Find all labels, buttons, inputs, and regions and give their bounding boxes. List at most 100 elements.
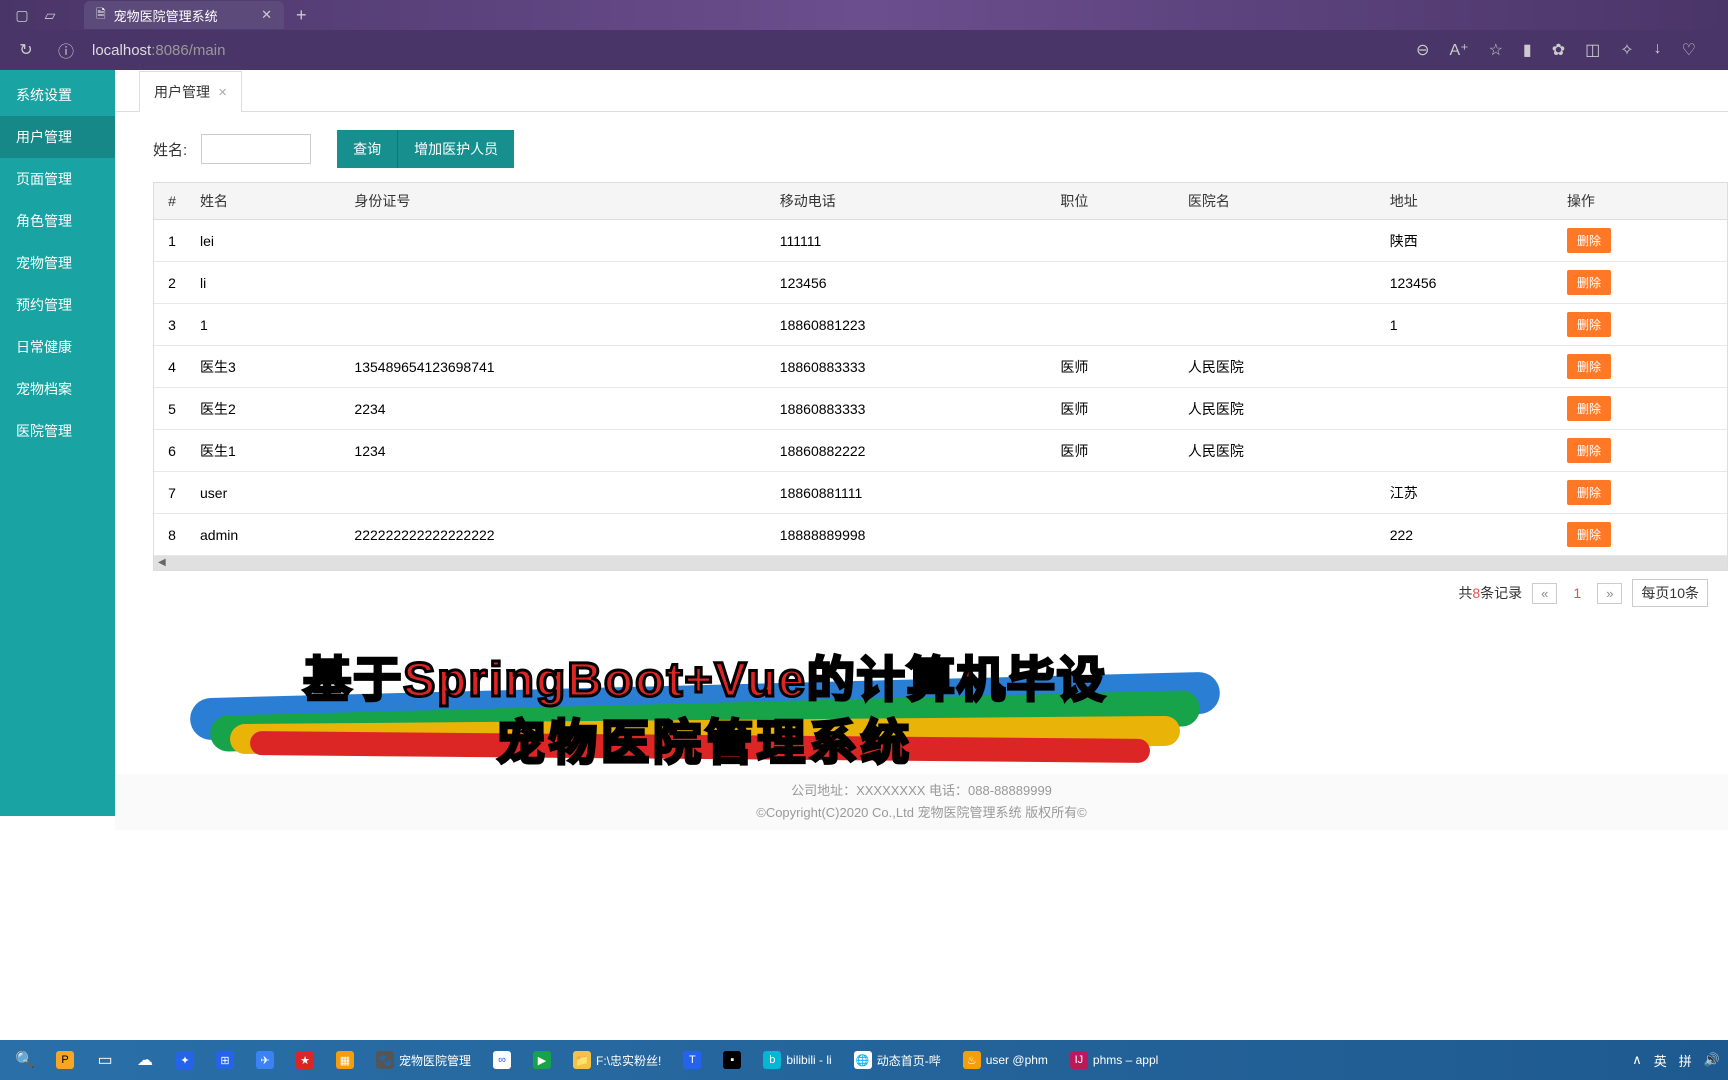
page-tab-users[interactable]: 用户管理 ✕ xyxy=(139,71,242,112)
table-row: 31188608812231删除 xyxy=(154,304,1727,346)
th-name: 姓名 xyxy=(190,183,344,220)
sidebar-item-roles[interactable]: 角色管理 xyxy=(0,200,115,242)
taskbar-app[interactable]: 🌐动态首页-哔 xyxy=(846,1043,949,1077)
sidebar-item-pages[interactable]: 页面管理 xyxy=(0,158,115,200)
page-current: 1 xyxy=(1567,585,1587,601)
cell-address: 陕西 xyxy=(1380,220,1557,262)
reload-icon[interactable]: ↻ xyxy=(12,40,40,60)
tabs-overview-icon[interactable]: ▢ xyxy=(8,1,36,29)
name-input[interactable] xyxy=(201,134,311,164)
sidebar-item-health[interactable]: 日常健康 xyxy=(0,326,115,368)
favorite-icon[interactable]: ☆ xyxy=(1489,40,1503,60)
system-tray: ∧ 英 拼 🔊 xyxy=(1632,1051,1720,1070)
extensions-icon[interactable]: ✿ xyxy=(1552,40,1565,60)
cell-actions: 删除 xyxy=(1557,304,1727,346)
delete-button[interactable]: 删除 xyxy=(1567,354,1611,379)
th-address: 地址 xyxy=(1380,183,1557,220)
page-next-button[interactable]: » xyxy=(1597,583,1622,604)
downloads-icon[interactable]: ↓ xyxy=(1654,40,1662,60)
page-prev-button[interactable]: « xyxy=(1532,583,1557,604)
browser-tab-strip: ▢ ▱ 🗎 宠物医院管理系统 ✕ + xyxy=(0,0,1728,30)
terminal-icon[interactable]: ▪ xyxy=(715,1043,749,1077)
cell-hospital: 人民医院 xyxy=(1178,430,1380,472)
cell-hospital xyxy=(1178,514,1380,556)
favorites-bar-icon[interactable]: ✧ xyxy=(1620,40,1633,60)
delete-button[interactable]: 删除 xyxy=(1567,438,1611,463)
collections-icon[interactable]: ▮ xyxy=(1523,40,1532,60)
scroll-left-icon[interactable]: ◀ xyxy=(158,557,166,568)
delete-button[interactable]: 删除 xyxy=(1567,480,1611,505)
cell-hospital xyxy=(1178,262,1380,304)
ime-mode[interactable]: 拼 xyxy=(1679,1051,1692,1070)
firefox-icon[interactable]: ✦ xyxy=(168,1043,202,1077)
volume-icon[interactable]: 🔊 xyxy=(1704,1052,1720,1068)
delete-button[interactable]: 删除 xyxy=(1567,270,1611,295)
tencent-icon[interactable]: T xyxy=(675,1043,709,1077)
horizontal-scrollbar[interactable]: ◀ xyxy=(154,556,1727,570)
search-button[interactable]: 查询 xyxy=(337,130,397,168)
cell-phone: 18888889998 xyxy=(770,514,1051,556)
sidebar-item-hospitals[interactable]: 医院管理 xyxy=(0,410,115,452)
site-info-icon[interactable]: ⓘ xyxy=(52,38,80,62)
tray-expand-icon[interactable]: ∧ xyxy=(1632,1052,1642,1068)
cell-address xyxy=(1380,346,1557,388)
cell-idcard xyxy=(344,304,769,346)
sidebar-item-pets[interactable]: 宠物管理 xyxy=(0,242,115,284)
url-host: localhost xyxy=(92,42,151,59)
window-icon[interactable]: ▱ xyxy=(36,1,64,29)
cell-phone: 18860883333 xyxy=(770,388,1051,430)
cell-address: 123456 xyxy=(1380,262,1557,304)
ime-lang[interactable]: 英 xyxy=(1654,1051,1667,1070)
play-icon[interactable]: ▶ xyxy=(525,1043,559,1077)
delete-button[interactable]: 删除 xyxy=(1567,396,1611,421)
cell-index: 3 xyxy=(154,304,190,346)
cell-name: lei xyxy=(190,220,344,262)
cell-index: 5 xyxy=(154,388,190,430)
table-row: 5医生2223418860883333医师人民医院删除 xyxy=(154,388,1727,430)
add-staff-button[interactable]: 增加医护人员 xyxy=(397,130,514,168)
sidebar-item-archives[interactable]: 宠物档案 xyxy=(0,368,115,410)
read-aloud-icon[interactable]: A⁺ xyxy=(1449,40,1468,60)
delete-button[interactable]: 删除 xyxy=(1567,228,1611,253)
cell-phone: 18860881111 xyxy=(770,472,1051,514)
table-row: 8admin22222222222222222218888889998222删除 xyxy=(154,514,1727,556)
cell-idcard xyxy=(344,220,769,262)
th-hospital: 医院名 xyxy=(1178,183,1380,220)
taskbar-app[interactable]: 🐾宠物医院管理 xyxy=(368,1043,479,1077)
per-page-select[interactable]: 每页10条 xyxy=(1632,579,1708,607)
browser-tab[interactable]: 🗎 宠物医院管理系统 ✕ xyxy=(84,1,284,29)
delete-button[interactable]: 删除 xyxy=(1567,312,1611,337)
store-icon[interactable]: ⊞ xyxy=(208,1043,242,1077)
cell-actions: 删除 xyxy=(1557,514,1727,556)
split-icon[interactable]: ◫ xyxy=(1585,40,1600,60)
table-row: 7user18860881111江苏删除 xyxy=(154,472,1727,514)
star-icon[interactable]: ★ xyxy=(288,1043,322,1077)
new-tab-button[interactable]: + xyxy=(284,5,319,26)
cell-role: 医师 xyxy=(1050,346,1177,388)
taskbar-app[interactable]: ♨user @phm xyxy=(955,1043,1056,1077)
cell-idcard xyxy=(344,262,769,304)
address-bar[interactable]: localhost:8086/main xyxy=(92,42,1404,59)
taskbar-app[interactable]: bbilibili - li xyxy=(755,1043,839,1077)
sidebar-item-appointments[interactable]: 预约管理 xyxy=(0,284,115,326)
th-phone: 移动电话 xyxy=(770,183,1051,220)
close-tab-icon[interactable]: ✕ xyxy=(241,7,272,23)
bird-icon[interactable]: ✈ xyxy=(248,1043,282,1077)
grid-icon[interactable]: ▦ xyxy=(328,1043,362,1077)
taskbar-app[interactable]: IJphms – appl xyxy=(1062,1043,1166,1077)
heart-icon[interactable]: ♡ xyxy=(1682,40,1696,60)
cell-hospital xyxy=(1178,220,1380,262)
cell-index: 8 xyxy=(154,514,190,556)
taskbar-app[interactable]: 📁F:\忠实粉丝! xyxy=(565,1043,669,1077)
delete-button[interactable]: 删除 xyxy=(1567,522,1611,547)
close-page-tab-icon[interactable]: ✕ xyxy=(218,86,227,99)
task-view-icon[interactable]: ▭ xyxy=(88,1043,122,1077)
taskbar-pre-icon[interactable]: P xyxy=(48,1043,82,1077)
baidu-icon[interactable]: ∞ xyxy=(485,1043,519,1077)
sidebar-item-system[interactable]: 系统设置 xyxy=(0,74,115,116)
cloud-icon[interactable]: ☁ xyxy=(128,1043,162,1077)
sidebar-item-users[interactable]: 用户管理 xyxy=(0,116,115,158)
zoom-icon[interactable]: ⊖ xyxy=(1416,40,1429,60)
search-icon[interactable]: 🔍 xyxy=(8,1043,42,1077)
cell-index: 1 xyxy=(154,220,190,262)
